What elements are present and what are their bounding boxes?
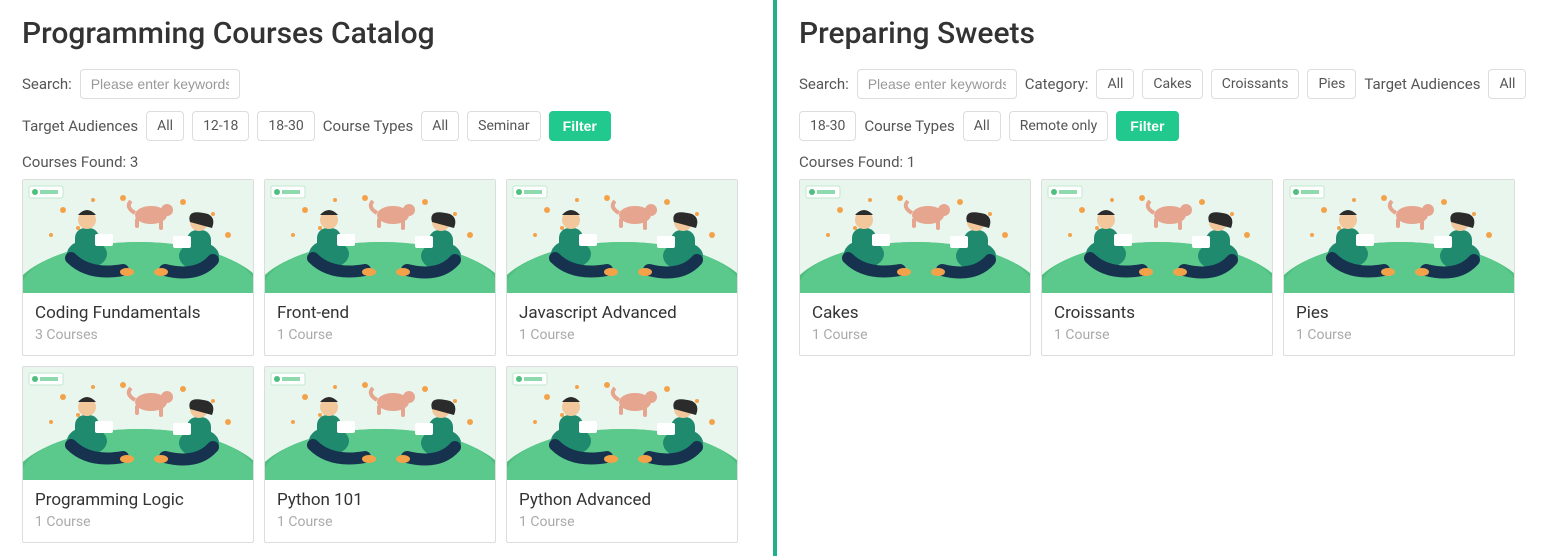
course-subtitle: 1 Course	[277, 327, 483, 343]
course-card-body: Croissants 1 Course	[1042, 293, 1272, 355]
courses-found-label: Courses Found: 3	[22, 153, 751, 171]
filter-button[interactable]: Filter	[1116, 111, 1178, 141]
course-subtitle: 1 Course	[35, 514, 241, 530]
course-type-seminar-pill[interactable]: Seminar	[467, 111, 541, 141]
course-card[interactable]: Pies 1 Course	[1283, 179, 1515, 356]
course-types-label: Course Types	[323, 117, 413, 135]
audience-18-30-pill[interactable]: 18-30	[257, 111, 314, 141]
course-image	[1042, 180, 1272, 293]
course-title: Croissants	[1054, 303, 1260, 323]
course-thumbnail-icon	[507, 367, 737, 480]
course-title: Javascript Advanced	[519, 303, 725, 323]
category-cakes-pill[interactable]: Cakes	[1142, 69, 1202, 99]
course-card[interactable]: Cakes 1 Course	[799, 179, 1031, 356]
course-image	[507, 367, 737, 480]
course-subtitle: 1 Course	[1054, 327, 1260, 343]
course-type-all-pill[interactable]: All	[421, 111, 459, 141]
category-label: Category:	[1025, 75, 1089, 93]
course-card-body: Programming Logic 1 Course	[23, 480, 253, 542]
course-thumbnail-icon	[23, 367, 253, 480]
course-card-body: Coding Fundamentals 3 Courses	[23, 293, 253, 355]
course-subtitle: 1 Course	[277, 514, 483, 530]
course-subtitle: 1 Course	[1296, 327, 1502, 343]
course-card-body: Pies 1 Course	[1284, 293, 1514, 355]
course-thumbnail-icon	[1284, 180, 1514, 293]
page-title: Programming Courses Catalog	[22, 16, 751, 51]
course-image	[1284, 180, 1514, 293]
filter-row: Target Audiences All 12-18 18-30 Course …	[22, 111, 751, 141]
search-label: Search:	[799, 75, 849, 93]
course-image	[265, 180, 495, 293]
filter-row: Search: Category: All Cakes Croissants P…	[799, 69, 1534, 141]
category-croissants-pill[interactable]: Croissants	[1211, 69, 1300, 99]
audience-all-pill[interactable]: All	[146, 111, 184, 141]
course-title: Python Advanced	[519, 490, 725, 510]
courses-found-label: Courses Found: 1	[799, 153, 1534, 171]
course-thumbnail-icon	[265, 367, 495, 480]
course-thumbnail-icon	[1042, 180, 1272, 293]
course-card-body: Front-end 1 Course	[265, 293, 495, 355]
course-title: Pies	[1296, 303, 1502, 323]
course-type-all-pill[interactable]: All	[963, 111, 1001, 141]
course-title: Python 101	[277, 490, 483, 510]
course-thumbnail-icon	[23, 180, 253, 293]
course-image	[265, 367, 495, 480]
course-thumbnail-icon	[507, 180, 737, 293]
course-subtitle: 1 Course	[519, 514, 725, 530]
audience-12-18-pill[interactable]: 12-18	[192, 111, 249, 141]
course-card[interactable]: Python Advanced 1 Course	[506, 366, 738, 543]
left-panel: Programming Courses Catalog Search: Targ…	[0, 0, 773, 556]
course-card[interactable]: Python 101 1 Course	[264, 366, 496, 543]
course-card[interactable]: Programming Logic 1 Course	[22, 366, 254, 543]
cards-grid: Cakes1 Course Croissants1 Cou	[799, 179, 1534, 356]
course-title: Coding Fundamentals	[35, 303, 241, 323]
course-card-body: Python Advanced 1 Course	[507, 480, 737, 542]
cards-grid: Coding Fundamentals 3 Courses	[22, 179, 751, 543]
course-image	[23, 367, 253, 480]
course-card[interactable]: Coding Fundamentals 3 Courses	[22, 179, 254, 356]
course-card[interactable]: Croissants 1 Course	[1041, 179, 1273, 356]
right-panel: Preparing Sweets Search: Category: All C…	[777, 0, 1556, 556]
course-thumbnail-icon	[265, 180, 495, 293]
course-card-body: Python 101 1 Course	[265, 480, 495, 542]
course-title: Programming Logic	[35, 490, 241, 510]
course-image	[507, 180, 737, 293]
course-subtitle: 1 Course	[519, 327, 725, 343]
target-audiences-label: Target Audiences	[1364, 75, 1480, 93]
page-title: Preparing Sweets	[799, 16, 1534, 51]
filter-row: Search:	[22, 69, 751, 99]
audience-18-30-pill[interactable]: 18-30	[799, 111, 856, 141]
course-card[interactable]: Front-end 1 Course	[264, 179, 496, 356]
search-input[interactable]	[857, 69, 1017, 99]
course-thumbnail-icon	[800, 180, 1030, 293]
audience-all-pill[interactable]: All	[1488, 69, 1526, 99]
course-subtitle: 1 Course	[812, 327, 1018, 343]
course-title: Front-end	[277, 303, 483, 323]
course-card-body: Cakes 1 Course	[800, 293, 1030, 355]
filter-button[interactable]: Filter	[549, 111, 611, 141]
target-audiences-label: Target Audiences	[22, 117, 138, 135]
course-types-label: Course Types	[864, 117, 954, 135]
category-pies-pill[interactable]: Pies	[1307, 69, 1356, 99]
course-subtitle: 3 Courses	[35, 327, 241, 343]
course-card[interactable]: Javascript Advanced 1 Course	[506, 179, 738, 356]
course-title: Cakes	[812, 303, 1018, 323]
course-type-remote-pill[interactable]: Remote only	[1009, 111, 1109, 141]
search-label: Search:	[22, 75, 72, 93]
course-image	[800, 180, 1030, 293]
course-image	[23, 180, 253, 293]
category-all-pill[interactable]: All	[1096, 69, 1134, 99]
search-input[interactable]	[80, 69, 240, 99]
course-card-body: Javascript Advanced 1 Course	[507, 293, 737, 355]
